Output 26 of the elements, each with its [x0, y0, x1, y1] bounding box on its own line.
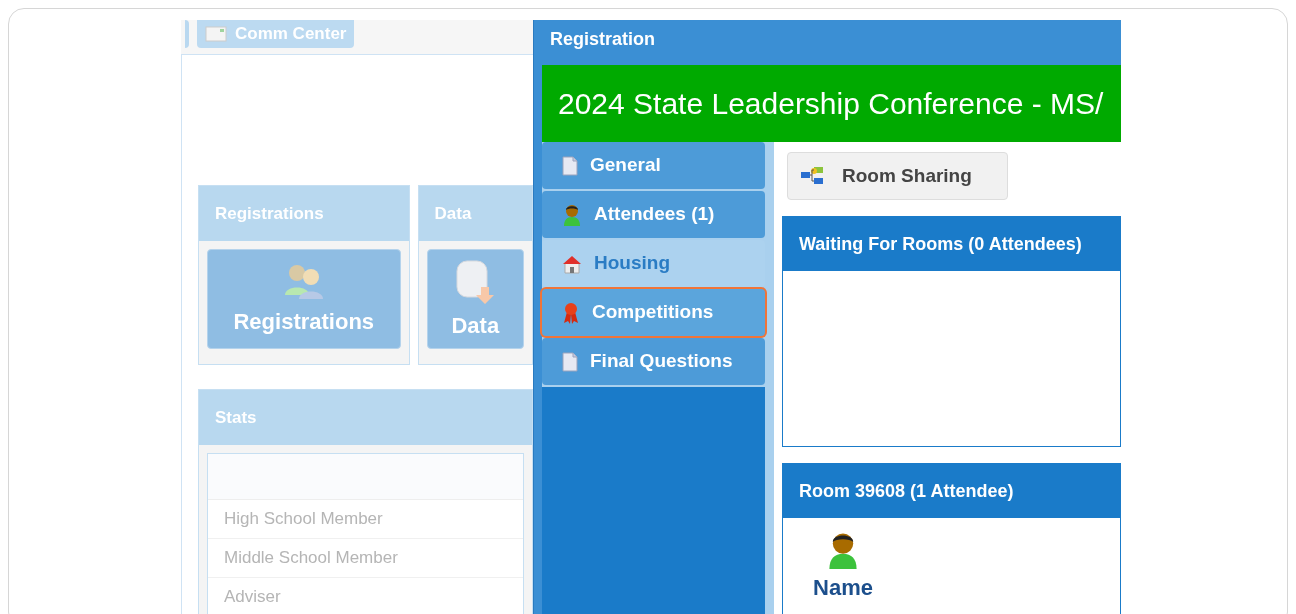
ribbon-icon	[562, 301, 580, 324]
nav-tab[interactable]: Final Questions	[542, 338, 765, 385]
dialog-title: Registration	[549, 28, 656, 51]
mail-icon	[205, 26, 227, 42]
dashboard-tile[interactable]: Data	[426, 249, 524, 349]
table-cell: Middle School Member	[208, 539, 523, 578]
attendee-name: Name	[813, 573, 873, 602]
comm-center-button[interactable]: Comm Center	[197, 20, 355, 48]
panel-title: Registrations	[199, 186, 409, 241]
panel-title: Data	[418, 186, 532, 241]
share-icon	[800, 166, 826, 186]
nav-tab[interactable]: Competitions	[542, 289, 765, 336]
event-banner: 2024 State Leadership Conference - MS/	[542, 65, 1121, 142]
room-sharing-button[interactable]: Room Sharing	[787, 152, 1008, 200]
dashboard-tile[interactable]: Registrations	[207, 249, 401, 349]
nav-tab[interactable]: Attendees (1)	[542, 191, 765, 238]
page-icon	[562, 351, 578, 372]
person-icon	[562, 202, 582, 227]
nav-tab[interactable]: General	[542, 142, 765, 189]
table-cell: High School Member	[208, 500, 523, 539]
house-icon	[562, 253, 582, 274]
panel-title: Stats	[199, 390, 532, 445]
section-title: Waiting For Rooms (0 Attendees)	[783, 217, 1120, 271]
table-cell: Adviser	[208, 578, 523, 614]
section-title: Room 39608 (1 Attendee)	[783, 464, 1120, 518]
page-icon	[562, 155, 578, 176]
